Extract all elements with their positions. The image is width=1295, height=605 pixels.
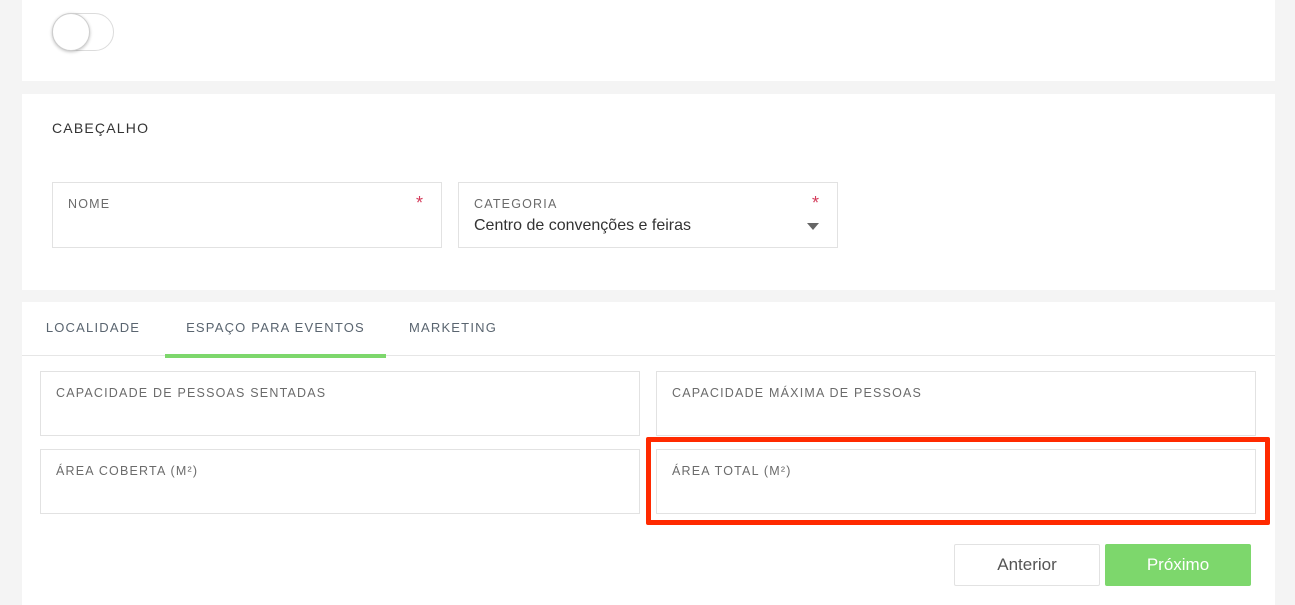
name-field[interactable]: NOME *	[52, 182, 442, 248]
category-selected-value: Centro de convenções e feiras	[474, 217, 692, 234]
tab-marketing[interactable]: MARKETING	[386, 302, 520, 355]
covered-area-input[interactable]	[55, 483, 625, 505]
total-area-label: ÁREA TOTAL (M²)	[672, 464, 792, 478]
required-asterisk: *	[415, 193, 423, 213]
seated-capacity-field[interactable]: CAPACIDADE DE PESSOAS SENTADAS	[40, 371, 640, 436]
toggle-switch[interactable]	[52, 13, 114, 51]
tab-bar: LOCALIDADE ESPAÇO PARA EVENTOS MARKETING	[22, 302, 1275, 358]
category-field-label: CATEGORIA	[474, 197, 558, 211]
caret-down-icon[interactable]	[807, 223, 819, 230]
category-select[interactable]: CATEGORIA * Centro de convenções e feira…	[458, 182, 838, 248]
seated-capacity-input[interactable]	[55, 405, 625, 427]
toggle-card	[22, 0, 1275, 81]
max-capacity-label: CAPACIDADE MÁXIMA DE PESSOAS	[672, 386, 923, 400]
covered-area-label: ÁREA COBERTA (M²)	[56, 464, 199, 478]
total-area-input[interactable]	[671, 483, 1241, 505]
total-area-field[interactable]: ÁREA TOTAL (M²)	[656, 449, 1256, 514]
tabs-card: LOCALIDADE ESPAÇO PARA EVENTOS MARKETING…	[22, 302, 1275, 605]
tab-espaco-para-eventos[interactable]: ESPAÇO PARA EVENTOS	[165, 302, 386, 358]
required-asterisk: *	[811, 193, 819, 213]
covered-area-field[interactable]: ÁREA COBERTA (M²)	[40, 449, 640, 514]
name-input[interactable]	[67, 217, 427, 239]
seated-capacity-label: CAPACIDADE DE PESSOAS SENTADAS	[56, 386, 327, 400]
previous-button[interactable]: Anterior	[954, 544, 1100, 586]
name-field-label: NOME	[68, 197, 111, 211]
max-capacity-input[interactable]	[671, 405, 1241, 427]
max-capacity-field[interactable]: CAPACIDADE MÁXIMA DE PESSOAS	[656, 371, 1256, 436]
header-card: CABEÇALHO NOME * CATEGORIA * Centro de c…	[22, 94, 1275, 290]
toggle-knob	[52, 13, 90, 51]
next-button[interactable]: Próximo	[1105, 544, 1251, 586]
tab-localidade[interactable]: LOCALIDADE	[22, 302, 164, 355]
section-title: CABEÇALHO	[52, 120, 150, 136]
